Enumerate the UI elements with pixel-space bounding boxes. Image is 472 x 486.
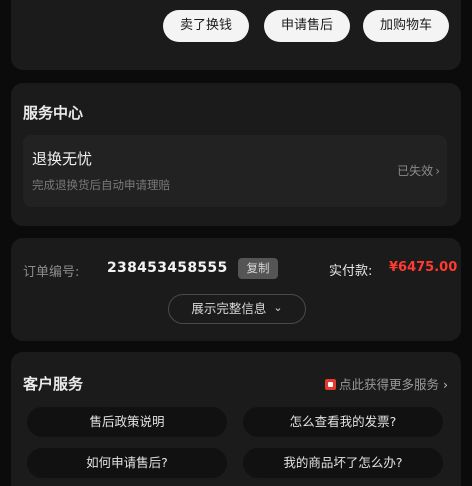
- worry-free-return-title: 退换无忧: [32, 150, 93, 168]
- status-label: 已失效: [397, 164, 434, 178]
- add-to-cart-button[interactable]: 加购物车: [363, 10, 449, 42]
- service-center-title: 服务中心: [23, 104, 84, 122]
- worry-free-return-item[interactable]: 退换无忧 完成退换货后自动申请理赔 已失效 ›: [23, 135, 447, 207]
- action-card: 卖了换钱 申请售后 加购物车: [11, 0, 461, 70]
- paid-label: 实付款:: [329, 264, 373, 279]
- red-flag-icon: [324, 379, 336, 390]
- more-services-link[interactable]: 点此获得更多服务 ›: [324, 374, 448, 393]
- order-info-card: 订单编号: 238453458555 复制 实付款: ¥6475.00 展示完整…: [11, 238, 461, 341]
- customer-service-card: 客户服务 点此获得更多服务 › 售后政策说明 怎么查看我的发票? 如何申请售后? …: [11, 352, 461, 486]
- worry-free-return-desc: 完成退换货后自动申请理赔: [32, 178, 170, 192]
- apply-aftersale-button[interactable]: 申请售后: [264, 10, 350, 42]
- show-full-info-label: 展示完整信息: [191, 301, 267, 316]
- service-center-card: 服务中心 退换无忧 完成退换货后自动申请理赔 已失效 ›: [11, 83, 461, 226]
- paid-amount: ¥6475.00: [389, 260, 458, 275]
- faq-button[interactable]: 怎么查看我的发票?: [243, 407, 443, 437]
- chevron-down-icon: ⌄: [273, 301, 283, 314]
- chevron-right-icon: ›: [435, 164, 440, 178]
- chevron-right-icon: ›: [443, 377, 448, 392]
- show-full-info-button[interactable]: 展示完整信息 ⌄: [168, 294, 306, 324]
- copy-button[interactable]: 复制: [238, 258, 278, 279]
- faq-button[interactable]: 售后政策说明: [27, 407, 227, 437]
- order-detail-page: 卖了换钱 申请售后 加购物车 服务中心 退换无忧 完成退换货后自动申请理赔 已失…: [0, 0, 472, 486]
- sell-button[interactable]: 卖了换钱: [163, 10, 249, 42]
- faq-button[interactable]: 我的商品坏了怎么办?: [243, 448, 443, 478]
- faq-button[interactable]: 如何申请售后?: [27, 448, 227, 478]
- customer-service-title: 客户服务: [23, 375, 84, 393]
- order-number-value: 238453458555: [107, 260, 228, 276]
- order-number-label: 订单编号:: [23, 265, 80, 280]
- more-services-label: 点此获得更多服务: [338, 377, 439, 392]
- status-expired[interactable]: 已失效 ›: [397, 162, 440, 179]
